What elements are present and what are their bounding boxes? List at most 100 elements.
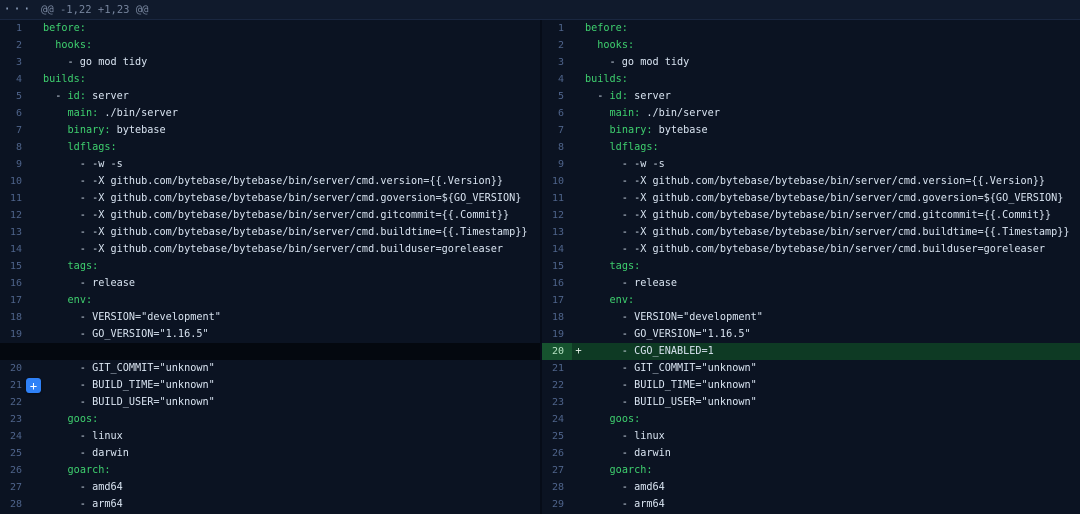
line-number[interactable]: 16	[0, 275, 30, 292]
line-number[interactable]: 22	[542, 377, 572, 394]
code-line: before:	[43, 20, 540, 37]
code-text: - go mod tidy	[585, 57, 689, 68]
code-line: - go mod tidy	[585, 54, 1080, 71]
code-line: - id: server	[43, 88, 540, 105]
code-line: before:	[585, 20, 1080, 37]
diff-row: 21 - BUILD_TIME="unknown"+	[0, 377, 540, 394]
line-number[interactable]: 27	[542, 462, 572, 479]
line-number[interactable]: 28	[0, 496, 30, 513]
marker	[30, 190, 43, 207]
line-number[interactable]: 2	[0, 37, 30, 54]
diff-row: 6 main: ./bin/server	[542, 105, 1080, 122]
line-number[interactable]: 1	[542, 20, 572, 37]
line-number[interactable]: 6	[542, 105, 572, 122]
line-number[interactable]: 6	[0, 105, 30, 122]
line-number[interactable]: 26	[542, 445, 572, 462]
marker	[572, 190, 585, 207]
diff-row: 25 - darwin	[0, 445, 540, 462]
line-number[interactable]: 5	[0, 88, 30, 105]
line-number[interactable]: 7	[0, 122, 30, 139]
code-text: bytebase	[652, 125, 707, 136]
code-line: - -X github.com/bytebase/bytebase/bin/se…	[585, 207, 1080, 224]
line-number[interactable]: 11	[0, 190, 30, 207]
diff-row: 11 - -X github.com/bytebase/bytebase/bin…	[0, 190, 540, 207]
hunk-header-bar: ··· @@ -1,22 +1,23 @@	[0, 0, 1080, 20]
line-number[interactable]: 25	[542, 428, 572, 445]
line-number[interactable]: 17	[542, 292, 572, 309]
line-number[interactable]: 18	[542, 309, 572, 326]
line-number[interactable]: 10	[0, 173, 30, 190]
line-number[interactable]: 19	[542, 326, 572, 343]
code-text: ./bin/server	[640, 108, 720, 119]
line-number[interactable]: 17	[0, 292, 30, 309]
line-number[interactable]: 13	[542, 224, 572, 241]
diff-row: 11 - -X github.com/bytebase/bytebase/bin…	[542, 190, 1080, 207]
code-text: - arm64	[585, 499, 665, 510]
line-number[interactable]: 5	[542, 88, 572, 105]
line-number[interactable]: 18	[0, 309, 30, 326]
code-line: goarch:	[43, 462, 540, 479]
line-number[interactable]: 22	[0, 394, 30, 411]
yaml-key: ldflags:	[68, 142, 117, 153]
yaml-key: tags:	[68, 261, 99, 272]
line-number[interactable]: 23	[0, 411, 30, 428]
line-number[interactable]: 12	[0, 207, 30, 224]
code-text: - -X github.com/bytebase/bytebase/bin/se…	[43, 227, 528, 238]
marker	[572, 71, 585, 88]
line-number[interactable]: 27	[0, 479, 30, 496]
line-number[interactable]: 8	[542, 139, 572, 156]
code-text	[43, 414, 68, 425]
line-number[interactable]: 29	[542, 496, 572, 513]
diff-row: 8 ldflags:	[0, 139, 540, 156]
diff-pane-left: 1before:2 hooks:3 - go mod tidy4builds:5…	[0, 20, 540, 514]
line-number[interactable]: 4	[0, 71, 30, 88]
code-line: - GIT_COMMIT="unknown"	[43, 360, 540, 377]
line-number[interactable]: 20	[0, 360, 30, 377]
line-number[interactable]: 11	[542, 190, 572, 207]
line-number[interactable]: 24	[542, 411, 572, 428]
code-text: - -X github.com/bytebase/bytebase/bin/se…	[585, 193, 1063, 204]
line-number[interactable]: 24	[0, 428, 30, 445]
line-number[interactable]: 14	[542, 241, 572, 258]
code-line: - -X github.com/bytebase/bytebase/bin/se…	[43, 224, 540, 241]
line-number[interactable]: 14	[0, 241, 30, 258]
line-number[interactable]: 1	[0, 20, 30, 37]
marker	[30, 411, 43, 428]
line-number[interactable]: 15	[0, 258, 30, 275]
code-text	[43, 125, 68, 136]
line-number[interactable]: 21	[542, 360, 572, 377]
diff-row: 27 - amd64	[0, 479, 540, 496]
line-number[interactable]: 3	[542, 54, 572, 71]
line-number[interactable]: 8	[0, 139, 30, 156]
expand-hunk-button[interactable]: ···	[0, 1, 36, 19]
line-number[interactable]: 15	[542, 258, 572, 275]
code-line: env:	[43, 292, 540, 309]
line-number[interactable]: 13	[0, 224, 30, 241]
marker	[30, 496, 43, 513]
diff-row: 23 goos:	[0, 411, 540, 428]
line-number[interactable]: 19	[0, 326, 30, 343]
code-text: - go mod tidy	[43, 57, 147, 68]
code-text: - BUILD_USER="unknown"	[585, 397, 757, 408]
marker	[572, 428, 585, 445]
line-number[interactable]: 12	[542, 207, 572, 224]
line-number[interactable]: 23	[542, 394, 572, 411]
marker	[572, 258, 585, 275]
code-text: - release	[43, 278, 135, 289]
line-number[interactable]: 10	[542, 173, 572, 190]
line-number[interactable]: 26	[0, 462, 30, 479]
add-comment-button[interactable]: +	[26, 378, 41, 393]
code-text	[585, 108, 610, 119]
line-number[interactable]: 9	[542, 156, 572, 173]
line-number[interactable]: 28	[542, 479, 572, 496]
line-number[interactable]: 16	[542, 275, 572, 292]
line-number[interactable]: 7	[542, 122, 572, 139]
line-number[interactable]: 2	[542, 37, 572, 54]
line-number[interactable]: 3	[0, 54, 30, 71]
line-number[interactable]: 20	[542, 343, 572, 360]
line-number[interactable]: 4	[542, 71, 572, 88]
line-number[interactable]: 9	[0, 156, 30, 173]
code-line: - amd64	[43, 479, 540, 496]
line-number[interactable]: 25	[0, 445, 30, 462]
code-line: goos:	[585, 411, 1080, 428]
